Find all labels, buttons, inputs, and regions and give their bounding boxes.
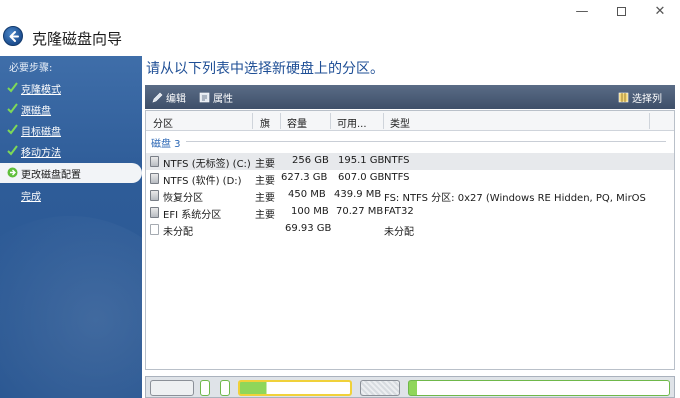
choose-columns-button[interactable]: 选择列 [618,90,662,105]
cell-capacity: 450 MB [288,189,326,200]
sidebar-heading: 必要步骤: [9,63,53,74]
cell-free: 195.1 GB [338,155,385,166]
cell-type: NTFS [384,172,410,183]
back-arrow-icon [9,31,19,42]
step-label[interactable]: 目标磁盘 [21,123,61,138]
step-change-disk-layout[interactable]: 更改磁盘配置 [0,163,142,183]
volume-icon [150,190,159,201]
partition-toolbar: 编辑 属性 选择列 [145,85,675,109]
back-button[interactable] [3,26,23,46]
cell-capacity: 627.3 GB [281,172,328,183]
properties-icon [199,92,210,103]
column-header-partition[interactable]: 分区 [153,115,173,130]
cell-capacity: 69.93 GB [285,223,332,234]
cell-partition: 未分配 [163,227,193,238]
table-row[interactable]: 未分配 69.93 GB 未分配 [146,221,674,238]
cell-type: FS: NTFS 分区: 0x27 (Windows RE Hidden, PQ… [384,193,646,204]
column-divider[interactable] [252,113,253,129]
column-divider[interactable] [383,113,384,129]
columns-icon [618,92,629,103]
cell-flag: 主要 [255,210,275,221]
table-row[interactable]: EFI 系统分区 主要 100 MB 70.27 MB FAT32 [146,204,674,221]
table-row[interactable]: NTFS (无标签) (C:) 主要 256 GB 195.1 GB NTFS [146,153,674,170]
group-divider [186,141,666,142]
step-finish[interactable]: 完成 [0,185,142,205]
volume-icon [150,207,159,218]
close-button[interactable]: ✕ [652,4,668,20]
properties-button[interactable]: 属性 [199,90,233,105]
cell-flag: 主要 [255,159,275,170]
volume-icon [150,156,159,167]
disk-segment-unallocated[interactable] [360,380,400,396]
cell-type: 未分配 [384,227,414,238]
column-divider[interactable] [330,113,331,129]
column-divider[interactable] [649,113,650,129]
cell-partition: 恢复分区 [163,193,203,204]
disk-group-label: 磁盘 3 [151,139,181,150]
step-label: 更改磁盘配置 [21,170,81,181]
column-divider[interactable] [280,113,281,129]
partition-table: 分区 旗 容量 可用... 类型 磁盘 3 NTFS (无标签) (C:) 主要… [145,110,675,370]
column-header-capacity[interactable]: 容量 [287,115,307,130]
edit-label: 编辑 [166,94,186,105]
cell-partition: NTFS (无标签) (C:) [163,159,251,170]
minimize-button[interactable]: — [574,4,590,20]
title-bar: 克隆磁盘向导 — ✕ [0,0,680,56]
column-header-free[interactable]: 可用... [337,115,367,130]
checkmark-icon [7,103,18,114]
cell-type: FAT32 [384,206,414,217]
column-header-type[interactable]: 类型 [390,115,410,130]
arrow-right-icon [7,167,18,178]
disk-segment[interactable] [220,380,230,396]
choose-columns-label: 选择列 [632,94,662,105]
checkmark-icon [7,145,18,156]
disk-layout-map [145,376,675,398]
step-move-method[interactable]: 移动方法 [0,141,142,161]
pencil-icon [152,92,163,103]
window-title: 克隆磁盘向导 [32,30,123,48]
properties-label: 属性 [213,94,233,105]
edit-button[interactable]: 编辑 [152,90,186,105]
page-heading: 请从以下列表中选择新硬盘上的分区。 [146,61,384,77]
step-source-disk[interactable]: 源磁盘 [0,99,142,119]
cell-partition: NTFS (软件) (D:) [163,176,242,187]
disk-segment[interactable] [150,380,194,396]
cell-free: 607.0 GB [338,172,385,183]
step-clone-mode[interactable]: 克隆模式 [0,78,142,98]
table-row[interactable]: NTFS (软件) (D:) 主要 627.3 GB 607.0 GB NTFS [146,170,674,187]
cell-type: NTFS [384,155,410,166]
step-label[interactable]: 移动方法 [21,144,61,159]
step-label[interactable]: 完成 [21,188,41,203]
cell-capacity: 256 GB [292,155,329,166]
cell-flag: 主要 [255,193,275,204]
cell-partition: EFI 系统分区 [163,210,222,221]
step-label[interactable]: 源磁盘 [21,102,51,117]
cell-free: 70.27 MB [336,206,384,217]
disk-segment[interactable] [200,380,210,396]
step-label[interactable]: 克隆模式 [21,81,61,96]
maximize-icon [617,7,626,16]
column-header-flag[interactable]: 旗 [260,115,270,130]
wizard-sidebar: 必要步骤: 克隆模式 源磁盘 目标磁盘 移动方法 更改磁盘配置 完成 [0,56,142,398]
cell-free: 439.9 MB [334,189,382,200]
checkmark-icon [7,124,18,135]
checkmark-icon [7,82,18,93]
table-row[interactable]: 恢复分区 主要 450 MB 439.9 MB FS: NTFS 分区: 0x2… [146,187,674,204]
step-target-disk[interactable]: 目标磁盘 [0,120,142,140]
maximize-button[interactable] [614,4,630,20]
table-header: 分区 旗 容量 可用... 类型 [146,111,674,131]
volume-icon [150,173,159,184]
cell-capacity: 100 MB [291,206,329,217]
disk-segment-selected[interactable] [238,380,352,396]
cell-flag: 主要 [255,176,275,187]
disk-segment[interactable] [408,380,670,396]
unallocated-icon [150,224,159,235]
